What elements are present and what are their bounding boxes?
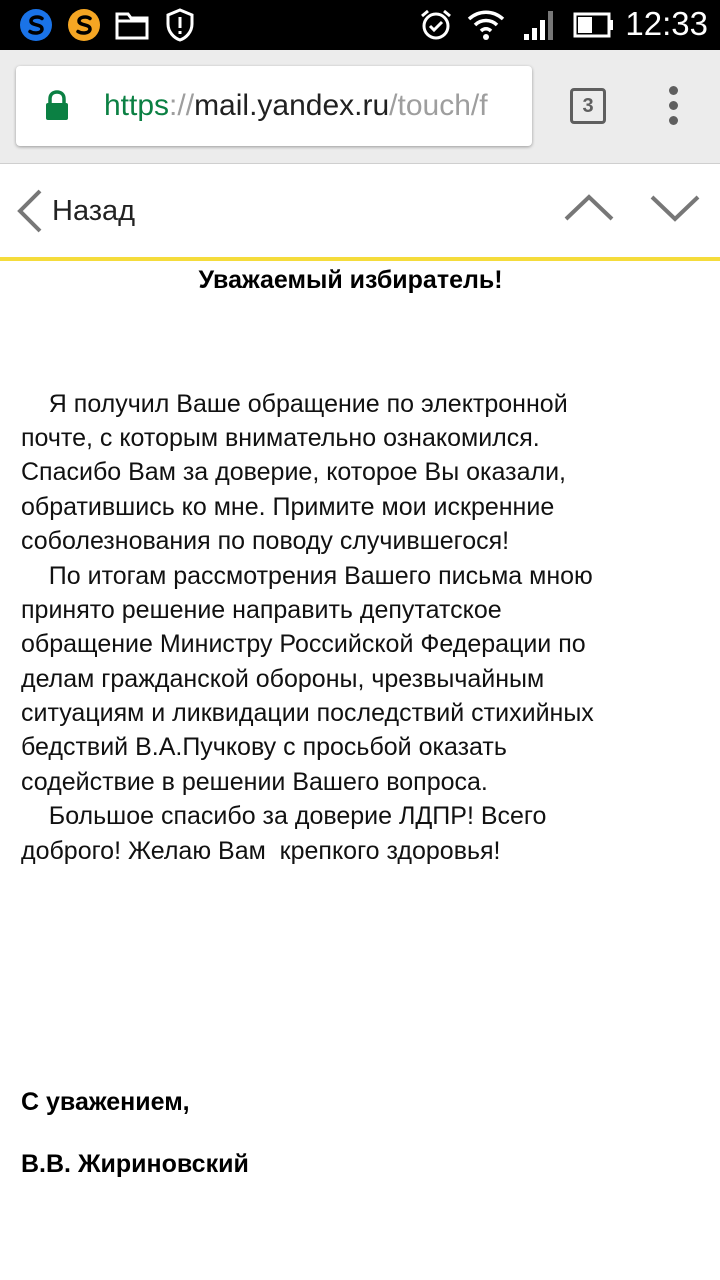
letter-line: принято решение направить депутатское	[21, 596, 502, 624]
letter-line: Большое спасибо за доверие ЛДПР! Всего	[21, 802, 547, 830]
shield-alert-icon	[162, 7, 198, 43]
status-bar: 12:33	[0, 0, 720, 50]
letter-line: обратившись ко мне. Примите мои искренни…	[21, 493, 555, 521]
letter-line: ситуациям и ликвидации последствий стихи…	[21, 699, 594, 727]
letter-line: доброго! Желаю Вам крепкого здоровья!	[21, 837, 501, 865]
battery-icon	[572, 7, 616, 43]
wifi-icon	[466, 7, 506, 43]
signal-icon	[520, 7, 556, 43]
tab-switcher-button[interactable]: 3	[570, 88, 606, 124]
overflow-menu-icon[interactable]	[660, 86, 688, 126]
letter-line: бедствий В.А.Пучкову с просьбой оказать	[21, 733, 507, 761]
folder-icon	[114, 7, 150, 43]
letter-line: Спасибо Вам за доверие, которое Вы оказа…	[21, 458, 566, 486]
url-scheme: https	[104, 89, 170, 122]
header-divider	[0, 257, 720, 261]
url-host: mail.yandex.ru	[194, 89, 390, 122]
letter-line: почте, с которым внимательно ознакомился…	[21, 424, 540, 452]
skype-icon	[18, 7, 54, 43]
letter-line: Я получил Ваше обращение по электронной	[21, 390, 568, 418]
letter-line: содействие в решении Вашего вопроса.	[21, 768, 488, 796]
url-path: /touch/f	[389, 89, 488, 122]
s-app-icon	[66, 7, 102, 43]
mail-header: Назад	[0, 165, 720, 257]
back-button[interactable]: Назад	[14, 183, 135, 239]
letter-line: соболезнования по поводу случившегося!	[21, 527, 510, 555]
url-text[interactable]: https://mail.yandex.ru/touch/f	[104, 66, 488, 146]
back-label: Назад	[52, 194, 136, 227]
url-separator: ://	[169, 89, 195, 122]
letter-greeting: Уважаемый избиратель!	[198, 266, 503, 294]
chevron-down-icon[interactable]	[648, 187, 702, 227]
letter-line: По итогам рассмотрения Вашего письма мно…	[21, 562, 593, 590]
letter-signature: В.В. Жириновский	[21, 1150, 249, 1178]
lock-icon	[44, 90, 70, 122]
browser-toolbar: https://mail.yandex.ru/touch/f 3	[0, 50, 720, 164]
chevron-up-icon[interactable]	[562, 187, 616, 227]
letter-line: делам гражданской обороны, чрезвычайным	[21, 665, 545, 693]
letter-closing: С уважением,	[21, 1088, 190, 1116]
chevron-left-icon	[17, 189, 42, 233]
letter-line: обращение Министру Российской Федерации …	[21, 630, 586, 658]
url-bar[interactable]: https://mail.yandex.ru/touch/f	[16, 66, 532, 146]
status-time: 12:33	[625, 5, 708, 42]
alarm-icon	[418, 7, 454, 43]
